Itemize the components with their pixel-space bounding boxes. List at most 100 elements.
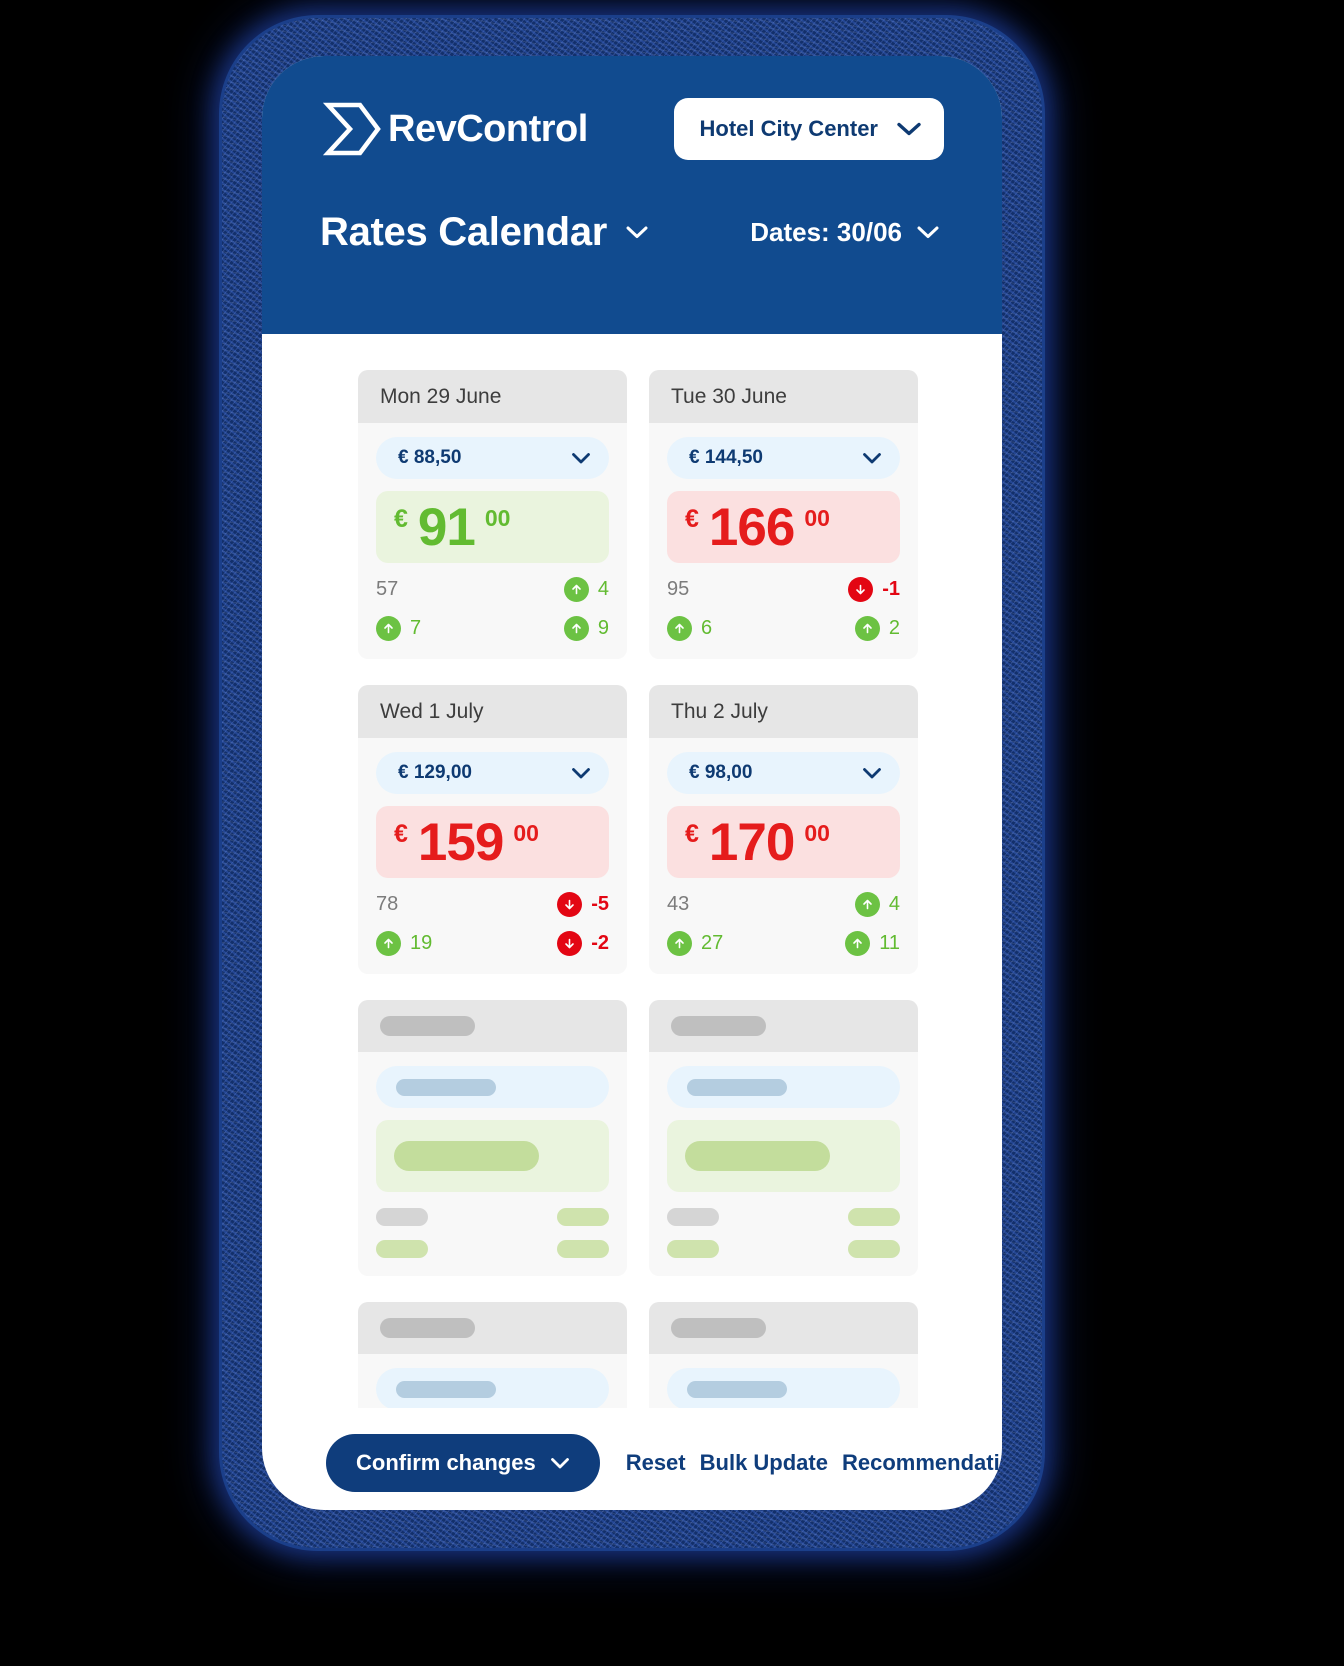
stat-value: 78 [376,893,399,915]
skeleton-title-bar [671,1016,766,1036]
compset-rate-selector[interactable]: € 144,50 [667,437,900,479]
stat-row: 57 4 [376,577,609,602]
arrow-up-icon [563,616,589,641]
day-card-body: € 88,50 € 91 00 57 4 7 9 [358,423,627,659]
chevron-down-icon [625,225,649,240]
arrow-up-icon [563,577,589,602]
day-card-date: Mon 29 June [380,385,502,408]
header-bottom-row: Rates Calendar Dates: 30/06 [320,210,944,255]
compset-rate-value: € 144,50 [689,447,763,468]
app-header: RevControl Hotel City Center Rates Calen… [262,56,1002,334]
rate-display[interactable]: € 159 00 [376,806,609,878]
stat-left: 57 [376,578,398,601]
skeleton-day-card [358,1000,627,1276]
skeleton-chip [557,1208,609,1226]
skeleton-pill [376,1368,609,1408]
stat-left: 7 [376,616,421,641]
stat-right: -5 [557,892,609,917]
skeleton-stat-row [667,1208,900,1226]
day-card[interactable]: Mon 29 June € 88,50 € 91 00 57 4 7 9 [358,370,627,659]
confirm-changes-label: Confirm changes [356,1450,536,1475]
skeleton-rate-box [667,1120,900,1192]
rate-amount: 159 [417,812,504,872]
stat-value: 4 [597,578,609,600]
skeleton-title-bar [380,1016,475,1036]
recommendations-button[interactable]: Recommendations [842,1450,1002,1476]
stat-right: 11 [845,931,900,956]
rate-display[interactable]: € 170 00 [667,806,900,878]
hotel-selector[interactable]: Hotel City Center [673,98,944,160]
dates-selector[interactable]: Dates: 30/06 [750,217,944,248]
stat-value: 95 [667,578,690,600]
skeleton-day-card [649,1302,918,1408]
skeleton-rate-box [376,1120,609,1192]
skeleton-header [358,1000,627,1052]
rate-currency: € [685,505,699,533]
bulk-update-button[interactable]: Bulk Update [700,1450,828,1476]
day-card-stats: 78 -5 19 -2 [376,892,609,956]
skeleton-chip [376,1208,428,1226]
stat-right: 2 [854,616,900,641]
stat-right: -1 [848,577,900,602]
skeleton-stats [667,1208,900,1258]
skeleton-title-bar [671,1318,766,1338]
day-card-header: Mon 29 June [358,370,627,423]
brand-name: RevControl [388,108,588,150]
skeleton-stat-row [667,1240,900,1258]
compset-rate-value: € 88,50 [398,447,462,468]
action-footer: Confirm changes Reset Bulk Update Recomm… [326,1434,1002,1492]
day-card-body: € 98,00 € 170 00 43 4 27 11 [649,738,918,974]
skeleton-header [358,1302,627,1354]
skeleton-pill [376,1066,609,1108]
compset-rate-selector[interactable]: € 129,00 [376,752,609,794]
day-card[interactable]: Wed 1 July € 129,00 € 159 00 78 -5 19 -2 [358,685,627,974]
stat-left: 95 [667,578,689,601]
arrow-up-icon [376,616,401,641]
reset-button[interactable]: Reset [626,1450,686,1476]
skeleton-pill [667,1368,900,1408]
rate-currency: € [394,505,408,533]
phone-screen: RevControl Hotel City Center Rates Calen… [262,56,1002,1510]
skeleton-chip [848,1240,900,1258]
page-title-dropdown[interactable]: Rates Calendar [320,210,649,255]
day-card-body: € 144,50 € 166 00 95 -1 6 2 [649,423,918,659]
chevron-down-icon [896,121,922,137]
day-card-stats: 57 4 7 9 [376,577,609,641]
compset-rate-selector[interactable]: € 88,50 [376,437,609,479]
rate-decimals: 00 [804,820,830,846]
day-card-header: Wed 1 July [358,685,627,738]
arrow-up-icon [845,931,871,956]
skeleton-body [649,1052,918,1276]
rate-display[interactable]: € 91 00 [376,491,609,563]
stat-row: 95 -1 [667,577,900,602]
skeleton-title-bar [380,1318,475,1338]
brand-logo: RevControl [320,100,588,158]
stat-row: 43 4 [667,892,900,917]
skeleton-chip [848,1208,900,1226]
compset-rate-value: € 129,00 [398,762,472,783]
skeleton-pill-bar [396,1078,496,1096]
confirm-changes-button[interactable]: Confirm changes [326,1434,600,1492]
stat-left: 78 [376,893,398,916]
hotel-selector-value: Hotel City Center [699,116,878,141]
compset-rate-selector[interactable]: € 98,00 [667,752,900,794]
skeleton-body [649,1354,918,1408]
chevron-down-icon [571,767,591,780]
skeleton-rate-bar [394,1141,539,1171]
rate-amount: 91 [417,497,476,557]
day-card[interactable]: Tue 30 June € 144,50 € 166 00 95 -1 6 2 [649,370,918,659]
day-card-header: Tue 30 June [649,370,918,423]
skeleton-pill-bar [687,1078,787,1096]
stat-value: 4 [888,893,900,915]
header-top-row: RevControl Hotel City Center [320,98,944,160]
skeleton-day-card [649,1000,918,1276]
dates-label: Dates: 30/06 [750,217,902,247]
day-card[interactable]: Thu 2 July € 98,00 € 170 00 43 4 27 11 [649,685,918,974]
rate-decimals: 00 [513,820,539,846]
skeleton-body [358,1052,627,1276]
rate-display[interactable]: € 166 00 [667,491,900,563]
arrow-up-icon [854,892,880,917]
skeleton-chip [667,1240,719,1258]
stat-row: 19 -2 [376,931,609,956]
revcontrol-logo-icon [320,100,386,158]
